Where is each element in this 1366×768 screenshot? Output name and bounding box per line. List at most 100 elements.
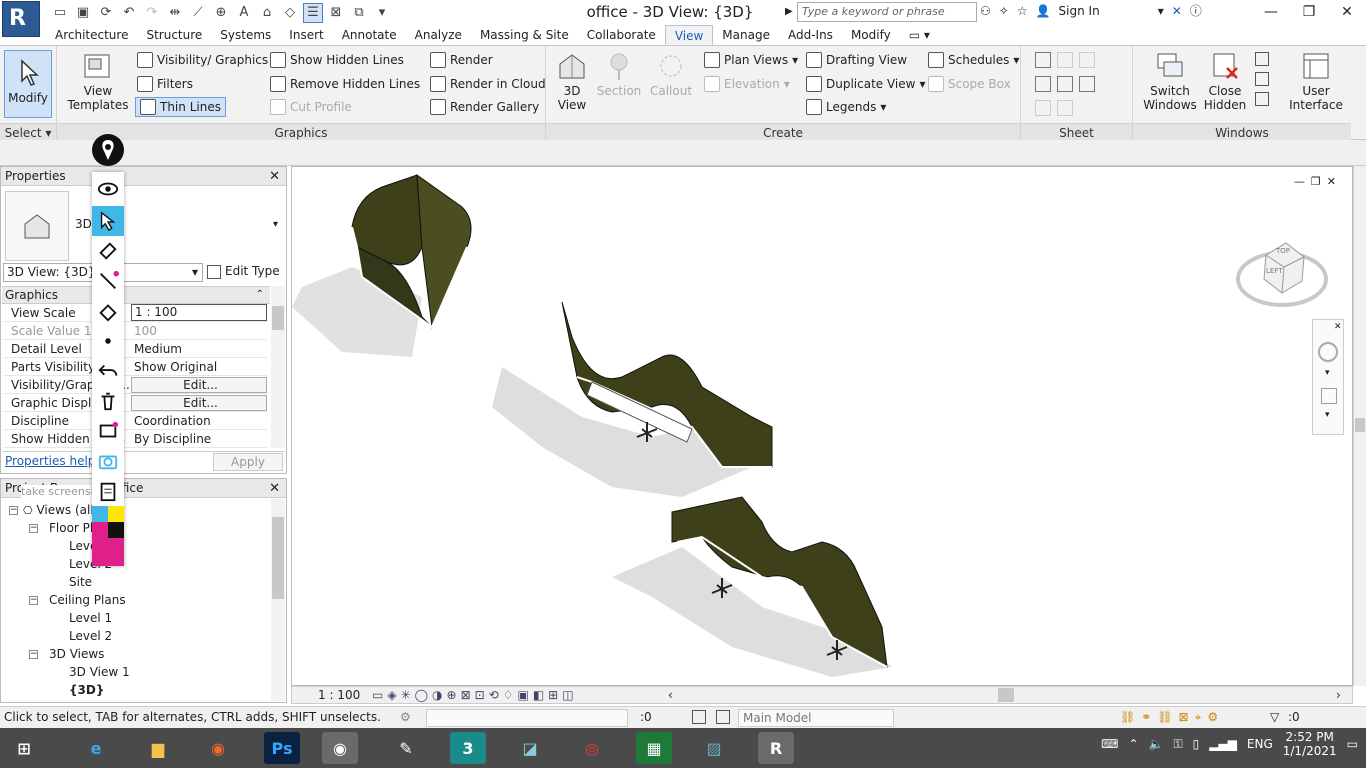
workset-selector[interactable] <box>426 709 628 727</box>
modify-button[interactable]: Modify <box>4 50 52 118</box>
drafting-view-button[interactable]: Drafting View <box>806 50 907 70</box>
prop-row[interactable]: Visibility/Graphics... Edit... <box>4 376 267 394</box>
close-icon[interactable]: ✕ <box>269 479 280 498</box>
zoom-dropdown-icon[interactable]: ▾ <box>1325 410 1330 420</box>
file-explorer-icon[interactable]: ▆ <box>140 732 176 764</box>
expand-search-icon[interactable]: ▶ <box>785 3 795 21</box>
matchline-icon[interactable] <box>1079 76 1095 92</box>
view-scale[interactable]: 1 : 100 <box>318 688 360 702</box>
3ds-max-icon[interactable]: 3 <box>450 732 486 764</box>
section-icon[interactable]: ◇ <box>280 3 300 23</box>
help-icon[interactable]: ⓘ <box>1190 2 1202 19</box>
tile-icon[interactable] <box>1255 92 1269 106</box>
open-icon[interactable]: ▭ <box>50 3 70 23</box>
undo-icon[interactable] <box>92 356 124 386</box>
select-dropdown[interactable]: Select ▾ <box>0 123 56 141</box>
revit-taskbar-icon[interactable]: R <box>758 732 794 764</box>
whiteboard-icon[interactable] <box>92 416 124 446</box>
prop-row[interactable]: Detail Level Medium <box>4 340 267 358</box>
capture-logo-icon[interactable] <box>92 134 124 166</box>
tree-node[interactable]: ⎔ Views (all) <box>23 501 98 520</box>
tab-systems[interactable]: Systems <box>211 25 280 45</box>
customize-qat-icon[interactable]: ▾ <box>372 3 392 23</box>
tab-insert[interactable]: Insert <box>280 25 332 45</box>
visibility-graphics-button[interactable]: Visibility/ Graphics <box>137 50 268 70</box>
binoculars-icon[interactable]: ⚇ <box>980 4 991 18</box>
collapse-icon[interactable]: − <box>29 650 38 659</box>
3d-view-icon[interactable]: ⌂ <box>257 3 277 23</box>
close-view-icon[interactable]: ✕ <box>1327 175 1336 188</box>
type-dropdown-icon[interactable]: ▾ <box>273 219 278 230</box>
minimize-view-icon[interactable]: — <box>1294 175 1305 188</box>
graphics-panel-title[interactable]: Graphics <box>57 123 545 141</box>
eye-icon[interactable] <box>92 174 124 204</box>
titleblock-icon[interactable] <box>1057 52 1073 68</box>
photos-icon[interactable]: ▨ <box>696 732 732 764</box>
network-icon[interactable]: ⚿ <box>1173 737 1182 752</box>
edit-type-button[interactable]: Edit Type <box>207 263 280 282</box>
favorites-icon[interactable]: ☆ <box>1017 4 1028 18</box>
ribbon-options-icon[interactable]: ▭ ▾ <box>900 25 939 45</box>
tree-node[interactable]: Ceiling Plans <box>49 591 126 609</box>
app-menu-button[interactable]: R <box>2 1 40 37</box>
remove-hidden-lines-button[interactable]: Remove Hidden Lines <box>270 74 420 94</box>
tab-modify[interactable]: Modify <box>842 25 900 45</box>
capture-app-icon[interactable]: ◉ <box>322 732 358 764</box>
tree-node[interactable]: 3D View 1 <box>69 663 130 681</box>
measure-icon[interactable]: ⇹ <box>165 3 185 23</box>
close-hidden-icon[interactable]: ⊠ <box>326 3 346 23</box>
design-options-icon[interactable] <box>716 710 730 724</box>
editing-requests-icon[interactable] <box>692 710 706 724</box>
eraser-icon[interactable] <box>92 296 124 326</box>
filters-button[interactable]: Filters <box>137 74 193 94</box>
replicate-icon[interactable] <box>1255 52 1269 66</box>
trash-icon[interactable] <box>92 386 124 416</box>
properties-help-link[interactable]: Properties help <box>5 454 95 468</box>
scroll-right-icon[interactable]: › <box>1336 688 1341 702</box>
cascade-icon[interactable] <box>1255 72 1269 86</box>
duplicate-view-button[interactable]: Duplicate View ▾ <box>806 74 926 94</box>
revisions-icon[interactable] <box>1035 76 1051 92</box>
thin-lines-icon[interactable]: ☰ <box>303 2 323 23</box>
firefox-icon[interactable]: ◉ <box>200 732 236 764</box>
viewport-vertical-scrollbar[interactable] <box>1353 166 1366 686</box>
view-reference-icon[interactable] <box>1035 100 1051 116</box>
tag-icon[interactable]: ⊕ <box>211 3 231 23</box>
3d-view-button[interactable]: 3D View <box>552 50 592 112</box>
scope-box-button[interactable]: Scope Box <box>928 74 1011 94</box>
plan-views-button[interactable]: Plan Views ▾ <box>704 50 798 70</box>
tab-massing-site[interactable]: Massing & Site <box>471 25 578 45</box>
tab-analyze[interactable]: Analyze <box>406 25 471 45</box>
tab-manage[interactable]: Manage <box>713 25 779 45</box>
tab-view[interactable]: View <box>664 25 714 45</box>
zoom-icon[interactable] <box>1321 388 1337 404</box>
viewcube[interactable]: TOP LEFT <box>1236 233 1328 313</box>
line-icon[interactable] <box>92 266 124 296</box>
cut-profile-button[interactable]: Cut Profile <box>270 97 352 117</box>
pointer-icon[interactable] <box>92 206 124 236</box>
clock[interactable]: 2:52 PM 1/1/2021 <box>1283 730 1337 758</box>
dimension-icon[interactable]: ⟋ <box>188 3 208 23</box>
minimize-button[interactable]: — <box>1252 0 1290 24</box>
properties-scrollbar[interactable] <box>271 286 285 448</box>
user-icon[interactable]: 👤 <box>1036 4 1051 18</box>
show-hidden-lines-button[interactable]: Show Hidden Lines <box>270 50 404 70</box>
prop-row[interactable]: Graphic Display... Edit... <box>4 394 267 412</box>
camera-icon[interactable] <box>92 446 124 476</box>
3d-viewport[interactable]: — ❐ ✕ TOP LEFT ✕ ▾ ▾ <box>291 166 1353 686</box>
place-view-icon[interactable] <box>1079 52 1095 68</box>
search-input[interactable]: Type a keyword or phrase <box>797 2 977 22</box>
tree-node[interactable]: Site <box>69 573 92 591</box>
viewports-icon[interactable] <box>1057 100 1073 116</box>
prop-row[interactable]: Parts Visibility Show Original <box>4 358 267 376</box>
show-hidden-icons-icon[interactable]: ⌃ <box>1128 737 1138 751</box>
chrome-icon[interactable]: ◎ <box>574 732 610 764</box>
clipboard-icon[interactable] <box>92 476 124 506</box>
close-navbar-icon[interactable]: ✕ <box>1334 322 1342 332</box>
signal-icon[interactable]: ▂▄▆ <box>1209 737 1237 751</box>
callout-button[interactable]: Callout <box>648 50 694 98</box>
render-button[interactable]: Render <box>430 50 493 70</box>
horizontal-scroll-thumb[interactable] <box>998 688 1014 702</box>
sign-in-dropdown-icon[interactable]: ▾ <box>1158 4 1164 18</box>
thin-lines-button[interactable]: Thin Lines <box>135 97 226 117</box>
